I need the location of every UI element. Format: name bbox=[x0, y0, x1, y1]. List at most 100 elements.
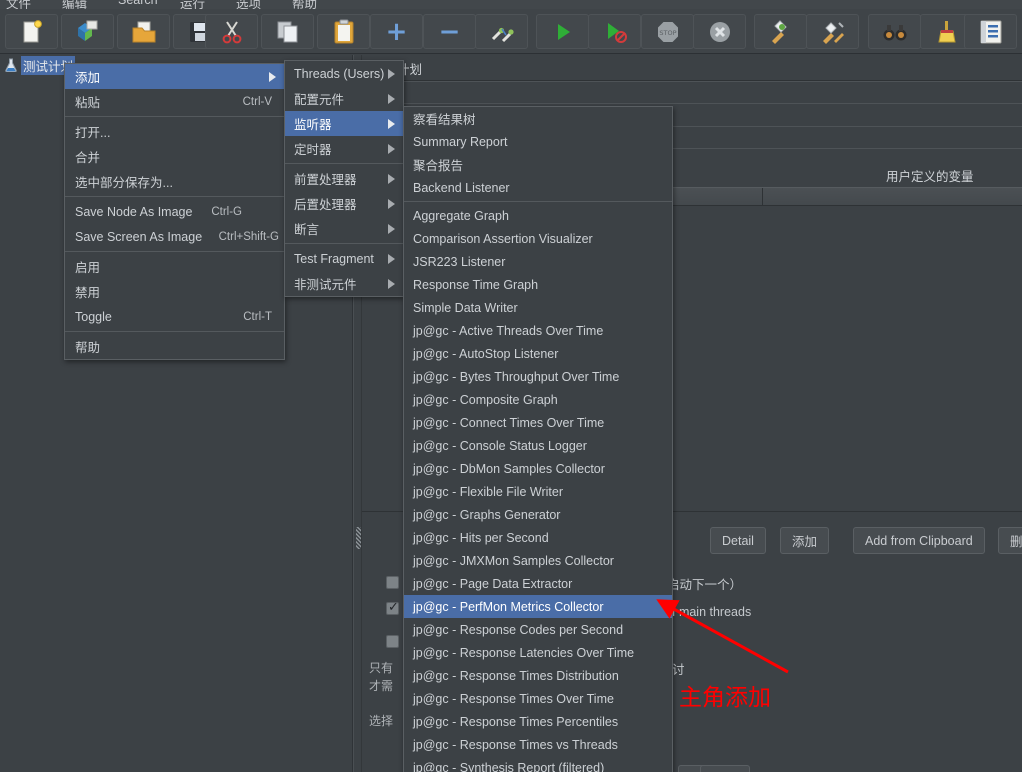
listener-item-label: jp@gc - AutoStop Listener bbox=[413, 346, 559, 361]
user-defined-variables-label: 用户定义的变量 bbox=[886, 170, 974, 184]
context-menu[interactable]: 添加 粘贴 Ctrl-V 打开... 合并 选中部分保存为... Save No… bbox=[64, 63, 285, 360]
add-submenu-label: 后置处理器 bbox=[294, 198, 357, 212]
context-menu-item-help[interactable]: 帮助 bbox=[65, 334, 284, 359]
add-submenu-item-non-test-element[interactable]: 非测试元件 bbox=[285, 271, 403, 296]
add-submenu-item-pre-processor[interactable]: 前置处理器 bbox=[285, 166, 403, 191]
divider-1 bbox=[362, 81, 1022, 82]
clear-all-icon[interactable] bbox=[806, 14, 859, 49]
listener-item-composite-graph[interactable]: jp@gc - Composite Graph bbox=[404, 388, 672, 411]
listener-item-summary-report[interactable]: Summary Report bbox=[404, 130, 672, 153]
binocular-icon[interactable] bbox=[868, 14, 921, 49]
menu-options[interactable]: 选项 bbox=[236, 0, 261, 9]
menu-run[interactable]: 运行 bbox=[180, 0, 205, 9]
context-menu-label: Save Screen As Image bbox=[75, 229, 203, 244]
listener-submenu[interactable]: 察看结果树 Summary Report 聚合报告 Backend Listen… bbox=[403, 106, 673, 772]
collapse-icon[interactable]: − bbox=[423, 14, 476, 49]
templates-icon[interactable] bbox=[61, 14, 114, 49]
listener-item-bytes-throughput-over-time[interactable]: jp@gc - Bytes Throughput Over Time bbox=[404, 365, 672, 388]
context-menu-item-disable[interactable]: 禁用 bbox=[65, 279, 284, 304]
listener-item-dbmon-samples-collector[interactable]: jp@gc - DbMon Samples Collector bbox=[404, 457, 672, 480]
context-menu-item-merge[interactable]: 合并 bbox=[65, 144, 284, 169]
open-icon[interactable] bbox=[117, 14, 170, 49]
chevron-right-icon bbox=[388, 278, 395, 289]
add-submenu-item-assertion[interactable]: 断言 bbox=[285, 216, 403, 241]
menu-separator bbox=[65, 251, 284, 252]
menu-file[interactable]: 文件 bbox=[6, 0, 31, 9]
add-submenu-item-listener[interactable]: 监听器 bbox=[285, 111, 403, 136]
context-menu-item-toggle[interactable]: Toggle Ctrl-T bbox=[65, 304, 284, 329]
listener-item-connect-times-over-time[interactable]: jp@gc - Connect Times Over Time bbox=[404, 411, 672, 434]
listener-item-aggregate-graph[interactable]: Aggregate Graph bbox=[404, 204, 672, 227]
listener-item-response-times-over-time[interactable]: jp@gc - Response Times Over Time bbox=[404, 687, 672, 710]
start-icon[interactable] bbox=[536, 14, 589, 49]
listener-item-label: jp@gc - Composite Graph bbox=[413, 392, 558, 407]
menu-separator bbox=[285, 243, 403, 244]
listener-item-page-data-extractor[interactable]: jp@gc - Page Data Extractor bbox=[404, 572, 672, 595]
listener-item-response-latencies-over-time[interactable]: jp@gc - Response Latencies Over Time bbox=[404, 641, 672, 664]
context-menu-item-add[interactable]: 添加 bbox=[65, 64, 284, 89]
checkbox-functional-mode[interactable] bbox=[386, 576, 399, 589]
listener-item-label: Backend Listener bbox=[413, 180, 510, 195]
start-no-pauses-icon[interactable] bbox=[588, 14, 641, 49]
listener-item-response-time-graph[interactable]: Response Time Graph bbox=[404, 273, 672, 296]
context-menu-item-save-screen-as-image[interactable]: Save Screen As Image Ctrl+Shift-G bbox=[65, 224, 284, 249]
add-from-clipboard-button[interactable]: Add from Clipboard bbox=[853, 527, 985, 554]
listener-item-aggregate-report[interactable]: 聚合报告 bbox=[404, 153, 672, 176]
listener-item-autostop-listener[interactable]: jp@gc - AutoStop Listener bbox=[404, 342, 672, 365]
add-submenu[interactable]: Threads (Users) 配置元件 监听器 定时器 前置处理器 后置处理器… bbox=[284, 60, 404, 297]
paste-icon[interactable] bbox=[317, 14, 370, 49]
listener-item-response-codes-per-second[interactable]: jp@gc - Response Codes per Second bbox=[404, 618, 672, 641]
checkbox-run-consecutive[interactable] bbox=[386, 600, 399, 615]
expand-icon[interactable]: + bbox=[370, 14, 423, 49]
split-grip-icon[interactable] bbox=[356, 527, 361, 549]
listener-item-synthesis-report-filtered[interactable]: jp@gc - Synthesis Report (filtered) bbox=[404, 756, 672, 772]
copy-icon[interactable] bbox=[261, 14, 314, 49]
listener-item-label: jp@gc - Response Times Percentiles bbox=[413, 714, 619, 729]
menu-help[interactable]: 帮助 bbox=[292, 0, 317, 9]
add-submenu-item-config-element[interactable]: 配置元件 bbox=[285, 86, 403, 111]
listener-item-simple-data-writer[interactable]: Simple Data Writer bbox=[404, 296, 672, 319]
detail-button[interactable]: Detail bbox=[710, 527, 766, 554]
add-submenu-item-timer[interactable]: 定时器 bbox=[285, 136, 403, 161]
context-menu-item-enable[interactable]: 启用 bbox=[65, 254, 284, 279]
listener-item-hits-per-second[interactable]: jp@gc - Hits per Second bbox=[404, 526, 672, 549]
listener-item-jmxmon-samples-collector[interactable]: jp@gc - JMXMon Samples Collector bbox=[404, 549, 672, 572]
context-menu-item-paste[interactable]: 粘贴 Ctrl-V bbox=[65, 89, 284, 114]
context-menu-item-save-selection-as[interactable]: 选中部分保存为... bbox=[65, 169, 284, 194]
stop-icon[interactable]: STOP bbox=[641, 14, 694, 49]
listener-item-graphs-generator[interactable]: jp@gc - Graphs Generator bbox=[404, 503, 672, 526]
listener-item-comparison-assertion-visualizer[interactable]: Comparison Assertion Visualizer bbox=[404, 227, 672, 250]
cut-icon[interactable] bbox=[205, 14, 258, 49]
add-submenu-item-test-fragment[interactable]: Test Fragment bbox=[285, 246, 403, 271]
listener-item-response-times-vs-threads[interactable]: jp@gc - Response Times vs Threads bbox=[404, 733, 672, 756]
add-button[interactable]: 添加 bbox=[780, 527, 830, 554]
toggle-icon[interactable] bbox=[475, 14, 528, 49]
add-submenu-item-threads[interactable]: Threads (Users) bbox=[285, 61, 403, 86]
listener-item-backend-listener[interactable]: Backend Listener bbox=[404, 176, 672, 199]
add-submenu-item-post-processor[interactable]: 后置处理器 bbox=[285, 191, 403, 216]
clear-icon[interactable] bbox=[754, 14, 807, 49]
checkbox-tear-down[interactable] bbox=[386, 635, 399, 648]
bottom-partial-button-2[interactable] bbox=[700, 765, 750, 772]
listener-item-view-results-tree[interactable]: 察看结果树 bbox=[404, 107, 672, 130]
listener-item-flexible-file-writer[interactable]: jp@gc - Flexible File Writer bbox=[404, 480, 672, 503]
listener-item-console-status-logger[interactable]: jp@gc - Console Status Logger bbox=[404, 434, 672, 457]
shutdown-icon[interactable] bbox=[693, 14, 746, 49]
listener-item-response-times-distribution[interactable]: jp@gc - Response Times Distribution bbox=[404, 664, 672, 687]
context-menu-item-save-node-as-image[interactable]: Save Node As Image Ctrl-G bbox=[65, 199, 284, 224]
function-helper-icon[interactable] bbox=[964, 14, 1017, 49]
listener-item-label: jp@gc - Page Data Extractor bbox=[413, 576, 573, 591]
listener-item-label: jp@gc - Response Latencies Over Time bbox=[413, 645, 635, 660]
menu-search[interactable]: Search bbox=[118, 0, 158, 7]
editor-title-band bbox=[362, 55, 1022, 81]
new-icon[interactable] bbox=[5, 14, 58, 49]
side-text-3: 选择 bbox=[369, 714, 394, 728]
column-divider bbox=[762, 188, 763, 207]
listener-item-response-times-percentiles[interactable]: jp@gc - Response Times Percentiles bbox=[404, 710, 672, 733]
listener-item-active-threads-over-time[interactable]: jp@gc - Active Threads Over Time bbox=[404, 319, 672, 342]
listener-item-jsr223-listener[interactable]: JSR223 Listener bbox=[404, 250, 672, 273]
context-menu-item-open[interactable]: 打开... bbox=[65, 119, 284, 144]
delete-button[interactable]: 删除 bbox=[998, 527, 1022, 554]
listener-item-perfmon-metrics-collector[interactable]: jp@gc - PerfMon Metrics Collector bbox=[404, 595, 672, 618]
menu-edit[interactable]: 编辑 bbox=[62, 0, 87, 9]
